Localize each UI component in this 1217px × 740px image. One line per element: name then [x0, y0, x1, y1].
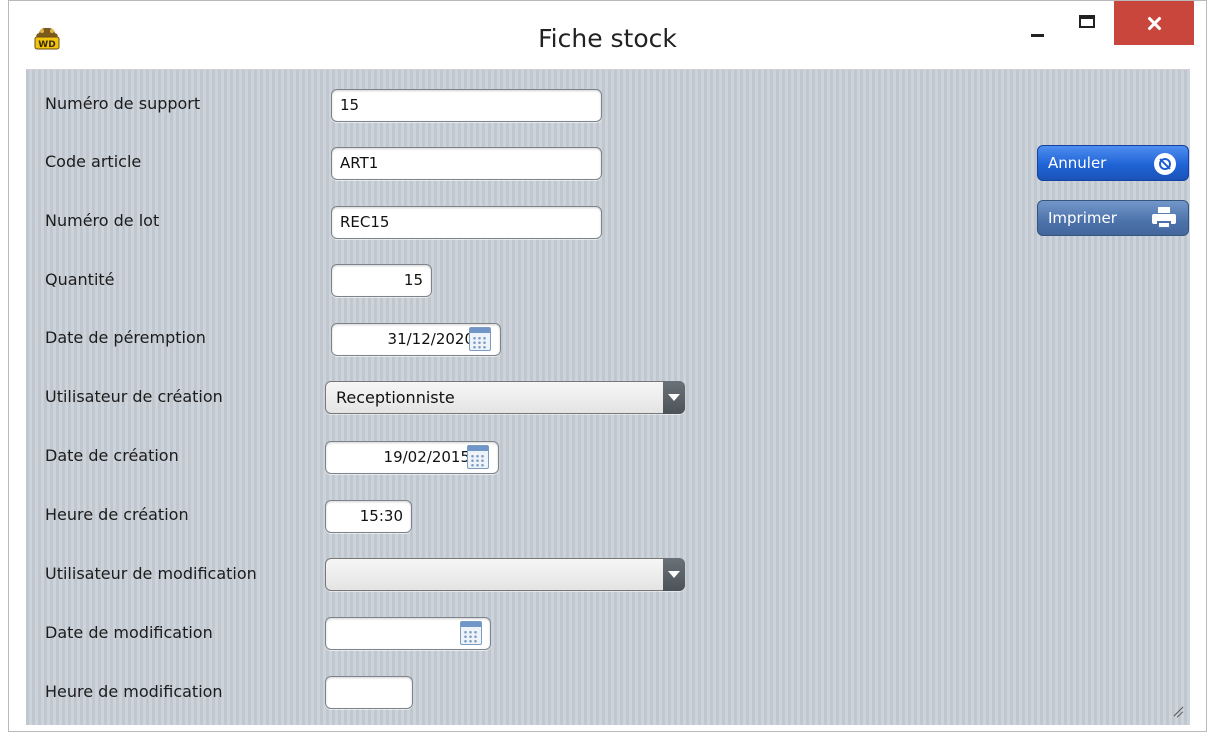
label-code-article: Code article	[45, 152, 142, 171]
annuler-button[interactable]: Annuler	[1037, 145, 1189, 181]
label-utilisateur-creation: Utilisateur de création	[45, 387, 223, 406]
heure-modification-field[interactable]	[325, 676, 413, 709]
label-heure-modification: Heure de modification	[45, 682, 223, 701]
utilisateur-creation-select[interactable]: Receptionniste	[325, 381, 685, 414]
annuler-label: Annuler	[1048, 154, 1107, 172]
label-numero-lot: Numéro de lot	[45, 211, 160, 230]
quantite-field[interactable]: 15	[331, 264, 432, 297]
form-area: Numéro de support 15 Code article ART1 N…	[26, 69, 1190, 725]
calendar-icon[interactable]	[467, 445, 489, 469]
label-numero-support: Numéro de support	[45, 94, 201, 113]
minimize-icon[interactable]	[1017, 1, 1057, 45]
label-date-peremption: Date de péremption	[45, 328, 206, 347]
cancel-icon	[1154, 153, 1176, 175]
utilisateur-creation-value: Receptionniste	[336, 388, 455, 407]
calendar-icon[interactable]	[469, 327, 491, 351]
chevron-down-icon[interactable]	[663, 381, 685, 414]
utilisateur-modification-select[interactable]	[325, 558, 685, 591]
maximize-icon[interactable]	[1067, 1, 1107, 45]
label-date-modification: Date de modification	[45, 623, 213, 642]
calendar-icon[interactable]	[460, 621, 482, 645]
label-date-creation: Date de création	[45, 446, 179, 465]
numero-support-field[interactable]: 15	[331, 89, 602, 122]
fiche-stock-window: WD Fiche stock Numéro de support 15 Code…	[8, 0, 1207, 732]
printer-icon	[1152, 207, 1176, 229]
code-article-field[interactable]: ART1	[331, 147, 602, 180]
close-icon[interactable]	[1114, 1, 1194, 45]
chevron-down-icon[interactable]	[663, 558, 685, 591]
title-bar[interactable]: WD Fiche stock	[9, 1, 1206, 69]
numero-lot-field[interactable]: REC15	[331, 206, 602, 239]
imprimer-button[interactable]: Imprimer	[1037, 200, 1189, 236]
label-heure-creation: Heure de création	[45, 505, 189, 524]
label-quantite: Quantité	[45, 270, 115, 289]
imprimer-label: Imprimer	[1048, 209, 1117, 227]
resize-grip-icon[interactable]	[1170, 705, 1184, 719]
label-utilisateur-modification: Utilisateur de modification	[45, 564, 257, 583]
heure-creation-field[interactable]: 15:30	[325, 500, 412, 533]
